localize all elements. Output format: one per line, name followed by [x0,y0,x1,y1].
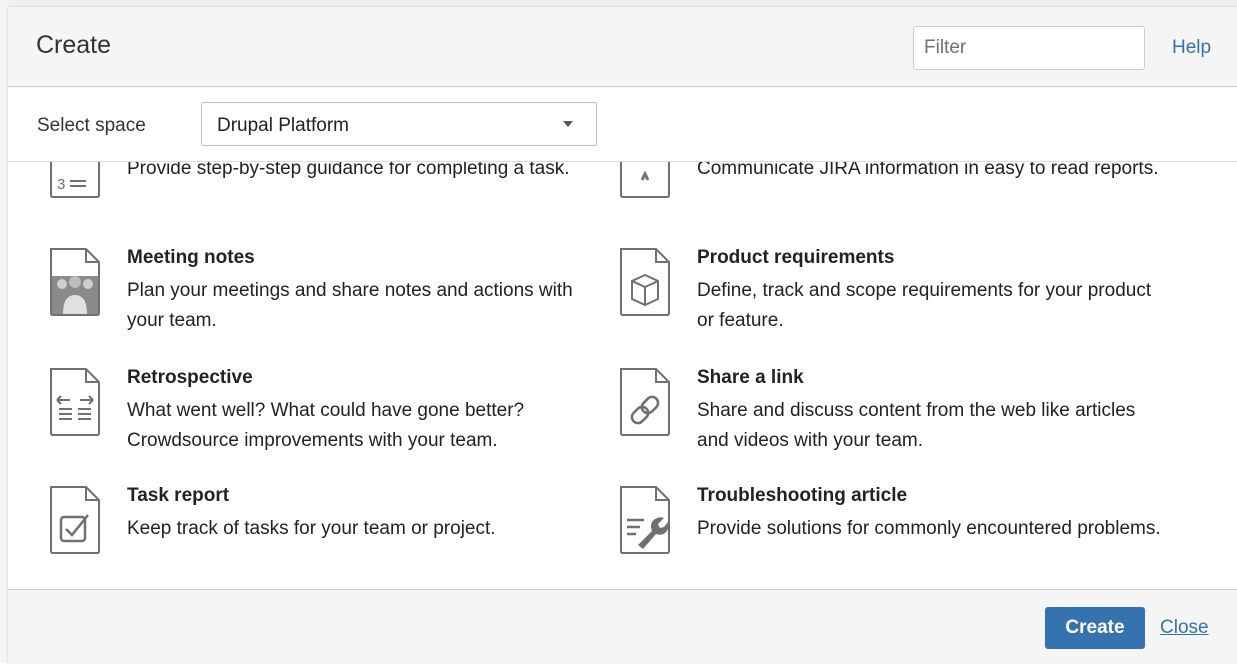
dialog-header: Create Help [8,7,1237,87]
space-select-dropdown[interactable]: Drupal Platform [201,102,597,146]
select-space-label: Select space [37,115,146,136]
blueprint-name: Troubleshooting article [697,485,908,506]
dialog-title: Create [36,31,112,59]
product-box-icon [618,247,672,317]
chevron-down-icon [563,121,573,127]
blueprint-description: What went well? What could have gone bet… [127,400,525,451]
space-selector-row: Select space Drupal Platform [8,87,1237,162]
create-button[interactable]: Create [1045,607,1145,649]
blueprint-name: Task report [127,485,230,506]
jira-report-icon [618,162,672,199]
blueprint-name: Product requirements [697,247,895,268]
background-strip-left [0,0,8,663]
blueprint-list[interactable]: 3 Provide step-by-step guidance for comp… [8,162,1237,589]
link-icon [618,367,672,437]
wrench-icon [618,485,672,555]
blueprint-description: Provide solutions for commonly encounter… [697,518,1161,539]
meeting-notes-icon [48,247,102,317]
blueprint-name: Meeting notes [127,247,255,268]
blueprint-description: Provide step-by-step guidance for comple… [127,162,570,179]
blueprint-name: Share a link [697,367,804,388]
blueprint-name: Retrospective [127,367,253,388]
retrospective-icon [48,367,102,437]
svg-text:3: 3 [57,176,65,193]
blueprint-description: Share and discuss content from the web l… [697,400,1136,451]
filter-input[interactable] [913,26,1145,70]
how-to-steps-icon: 3 [48,162,102,199]
dialog-footer: Create Close [8,589,1237,664]
blueprint-description: Keep track of tasks for your team or pro… [127,518,496,539]
blueprint-description: Define, track and scope requirements for… [697,280,1152,331]
task-checkbox-icon [48,485,102,555]
create-dialog: Create Help Select space Drupal Platform… [8,7,1237,664]
blueprint-description: Plan your meetings and share notes and a… [127,280,573,331]
background-strip-top [0,0,1237,7]
close-link[interactable]: Close [1160,617,1209,639]
help-link[interactable]: Help [1172,37,1211,59]
space-select-value: Drupal Platform [217,115,349,136]
blueprint-description: Communicate JIRA information in easy to … [697,162,1159,179]
